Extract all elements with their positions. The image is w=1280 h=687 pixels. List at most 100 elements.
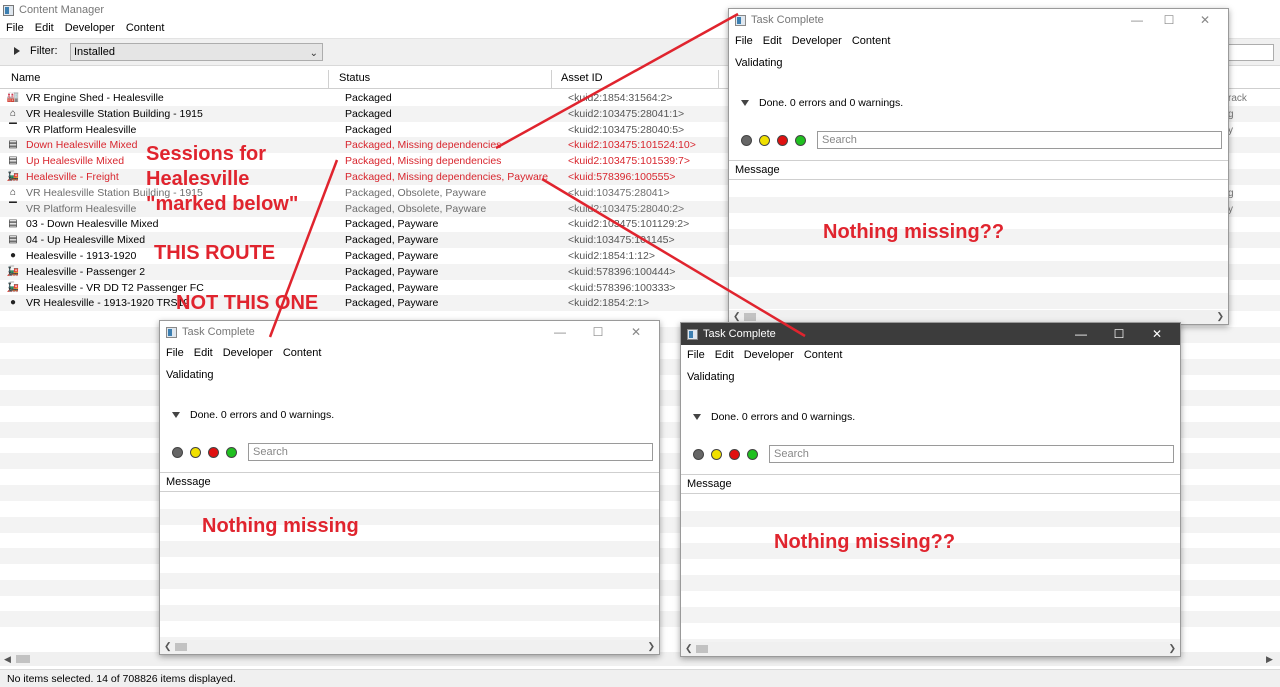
asset-status: Packaged, Obsolete, Payware [345, 202, 487, 215]
column-divider[interactable] [551, 70, 552, 88]
maximize-icon[interactable]: ☐ [1154, 12, 1184, 28]
menu-developer[interactable]: Developer [744, 349, 794, 361]
platform-icon: ▔ [9, 202, 17, 214]
red-filter-icon[interactable] [777, 135, 788, 146]
validation-result[interactable]: Done. 0 errors and 0 warnings. [693, 411, 855, 423]
dialog-search-input[interactable]: Search [817, 131, 1222, 149]
menu-content[interactable]: Content [852, 35, 891, 47]
collapse-triangle-icon[interactable] [741, 100, 749, 106]
annotation-top-dialog: Nothing missing?? [823, 221, 1005, 243]
asset-status: Packaged [345, 107, 392, 120]
validation-result[interactable]: Done. 0 errors and 0 warnings. [741, 97, 903, 109]
column-divider[interactable] [718, 70, 719, 88]
asset-name: Healesville - Freight [26, 171, 119, 183]
close-icon[interactable]: ✕ [1142, 326, 1172, 342]
close-icon[interactable]: ✕ [621, 324, 651, 340]
menu-file[interactable]: File [735, 35, 753, 47]
train-icon: 🚂 [6, 281, 20, 293]
column-divider[interactable] [328, 70, 329, 88]
asset-status: Packaged, Missing dependencies, Payware [345, 171, 549, 183]
scroll-right-icon[interactable]: ▶ [1266, 654, 1273, 665]
minimize-icon[interactable]: — [545, 324, 575, 340]
menu-edit[interactable]: Edit [715, 349, 734, 361]
dialog-titlebar: Task Complete — ☐ ✕ [681, 323, 1180, 345]
minimize-icon[interactable]: — [1122, 12, 1152, 28]
asset-name: VR Healesville Station Building - 1915 [26, 107, 203, 120]
green-filter-icon[interactable] [747, 449, 758, 460]
column-status[interactable]: Status [339, 72, 370, 84]
menu-file[interactable]: File [687, 349, 705, 361]
scroll-thumb[interactable] [744, 313, 756, 321]
menu-content[interactable]: Content [283, 347, 322, 359]
close-icon[interactable]: ✕ [1190, 12, 1220, 28]
maximize-icon[interactable]: ☐ [583, 324, 613, 340]
scroll-right-icon[interactable]: ❯ [647, 641, 655, 652]
menu-developer[interactable]: Developer [65, 22, 115, 34]
menu-file[interactable]: File [166, 347, 184, 359]
asset-name: Up Healesville Mixed [26, 155, 125, 168]
app-icon [735, 14, 746, 26]
message-list [729, 181, 1228, 310]
red-filter-icon[interactable] [729, 449, 740, 460]
column-asset-id[interactable]: Asset ID [561, 72, 603, 84]
scroll-left-icon[interactable]: ◀ [4, 654, 11, 665]
validation-result[interactable]: Done. 0 errors and 0 warnings. [172, 409, 334, 421]
app-icon [687, 328, 698, 340]
status-text: No items selected. 14 of 708826 items di… [7, 673, 236, 685]
validating-label: Validating [166, 369, 214, 381]
message-column-header[interactable]: Message [681, 474, 1180, 494]
session-icon: ▤ [8, 234, 18, 246]
severity-filter [172, 447, 244, 458]
column-name[interactable]: Name [11, 72, 40, 84]
yellow-filter-icon[interactable] [759, 135, 770, 146]
dialog-horizontal-scrollbar[interactable]: ❮ ❯ [681, 642, 1180, 656]
menu-content[interactable]: Content [804, 349, 843, 361]
scroll-thumb[interactable] [175, 643, 187, 651]
message-column-header[interactable]: Message [160, 472, 659, 492]
app-icon [166, 326, 177, 338]
filter-dropdown[interactable]: Installed ⌄ [70, 43, 323, 61]
scroll-thumb[interactable] [16, 655, 30, 663]
red-filter-icon[interactable] [208, 447, 219, 458]
main-search-input[interactable] [1228, 44, 1274, 61]
scroll-right-icon[interactable]: ❯ [1168, 643, 1176, 654]
asset-id: <kuid2:103475:101524:10> [568, 139, 696, 152]
maximize-icon[interactable]: ☐ [1104, 326, 1134, 342]
yellow-filter-icon[interactable] [711, 449, 722, 460]
scroll-right-icon[interactable]: ❯ [1216, 311, 1224, 322]
menu-edit[interactable]: Edit [763, 35, 782, 47]
scroll-thumb[interactable] [696, 645, 708, 653]
dialog-horizontal-scrollbar[interactable]: ❮ ❯ [160, 640, 659, 654]
dialog-search-input[interactable]: Search [248, 443, 653, 461]
scroll-left-icon[interactable]: ❮ [733, 311, 741, 322]
menu-developer[interactable]: Developer [223, 347, 273, 359]
annotation-sessions-line3: "marked below" [146, 193, 299, 215]
dialog-menubar: File Edit Developer Content [687, 349, 852, 361]
green-filter-icon[interactable] [226, 447, 237, 458]
gray-filter-icon[interactable] [172, 447, 183, 458]
menu-developer[interactable]: Developer [792, 35, 842, 47]
gray-filter-icon[interactable] [741, 135, 752, 146]
session-icon: ▤ [8, 218, 18, 230]
expand-filter-icon[interactable] [14, 47, 20, 55]
yellow-filter-icon[interactable] [190, 447, 201, 458]
dialog-title: Task Complete [182, 326, 255, 338]
dialog-search-input[interactable]: Search [769, 445, 1174, 463]
collapse-triangle-icon[interactable] [693, 414, 701, 420]
annotation-not-this-one: NOT THIS ONE [176, 292, 319, 314]
menu-edit[interactable]: Edit [194, 347, 213, 359]
dialog-menubar: File Edit Developer Content [735, 35, 900, 47]
asset-id: <kuid2:1854:2:1> [568, 297, 650, 310]
message-column-header[interactable]: Message [729, 160, 1228, 180]
asset-id: <kuid:578396:100555> [568, 171, 676, 183]
menu-content[interactable]: Content [126, 22, 165, 34]
green-filter-icon[interactable] [795, 135, 806, 146]
scroll-left-icon[interactable]: ❮ [164, 641, 172, 652]
gray-filter-icon[interactable] [693, 449, 704, 460]
menu-edit[interactable]: Edit [35, 22, 54, 34]
scroll-left-icon[interactable]: ❮ [685, 643, 693, 654]
menu-file[interactable]: File [6, 22, 24, 34]
minimize-icon[interactable]: — [1066, 326, 1096, 342]
collapse-triangle-icon[interactable] [172, 412, 180, 418]
asset-id: <kuid:103475:101145> [568, 234, 675, 247]
